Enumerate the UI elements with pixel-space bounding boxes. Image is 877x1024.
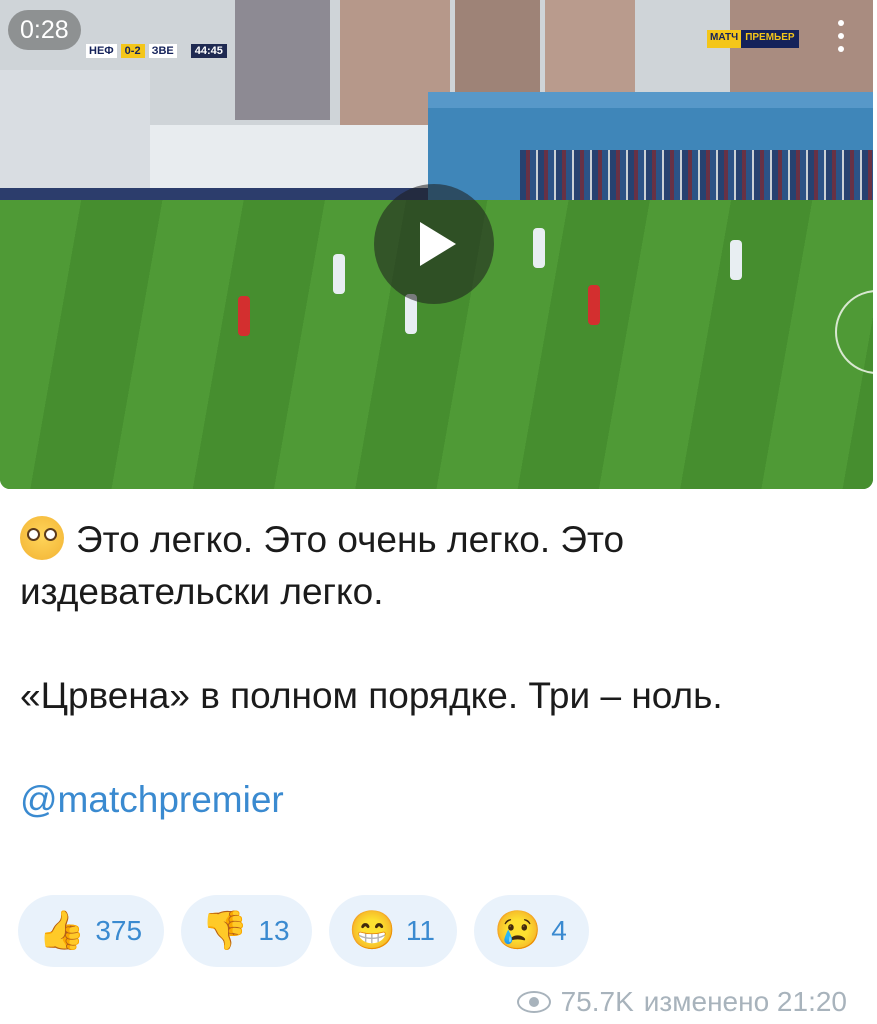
message-text: Это легко. Это очень легко. Это издевате… [20,514,860,826]
message-line-2: «Црвена» в полном порядке. Три – ноль. [20,675,723,716]
reaction-count: 11 [405,915,435,946]
flushed-face-icon [20,516,64,560]
thumbs-up-icon: 👍 [38,910,86,952]
eye-icon [516,991,551,1013]
grinning-face-icon: 😁 [348,910,396,952]
reaction-grin[interactable]: 😁 11 [328,895,457,967]
player [238,296,250,336]
home-team: НЕФ [86,44,117,58]
score: 0-2 [120,44,145,58]
edited-timestamp: изменено 21:20 [643,986,847,1017]
video-player[interactable]: НЕФ 0-2 ЗВЕ 44:45 МАТЧ ПРЕМЬЕР 0:28 [0,0,873,489]
player [333,254,345,294]
reactions-bar: 👍 375 👎 13 😁 11 😢 4 [18,895,589,967]
more-vertical-icon[interactable] [838,20,844,60]
reaction-thumbs-up[interactable]: 👍 375 [18,895,165,967]
reaction-count: 4 [551,915,567,946]
message-meta: 75.7K изменено 21:20 [516,986,847,1018]
message-bubble: НЕФ 0-2 ЗВЕ 44:45 МАТЧ ПРЕМЬЕР 0:28 Это … [0,0,877,1024]
crying-face-icon: 😢 [493,910,542,952]
reaction-count: 13 [258,915,290,946]
message-line-1: Это легко. Это очень легко. Это издевате… [20,519,625,612]
away-team: ЗВЕ [148,44,177,58]
player [588,285,600,325]
view-count: 75.7K [560,986,634,1017]
player [533,228,545,268]
play-icon[interactable] [374,184,494,304]
player [730,240,742,280]
match-clock: 44:45 [190,44,227,58]
channel-link[interactable]: @matchpremier [20,779,284,820]
reaction-cry[interactable]: 😢 4 [473,895,589,967]
reaction-count: 375 [95,915,143,946]
broadcaster-logo: МАТЧ ПРЕМЬЕР [707,30,799,48]
thumbs-down-icon: 👎 [201,910,249,952]
reaction-thumbs-down[interactable]: 👎 13 [181,895,312,967]
scoreboard: НЕФ 0-2 ЗВЕ 44:45 [86,42,227,60]
video-duration: 0:28 [8,10,81,50]
